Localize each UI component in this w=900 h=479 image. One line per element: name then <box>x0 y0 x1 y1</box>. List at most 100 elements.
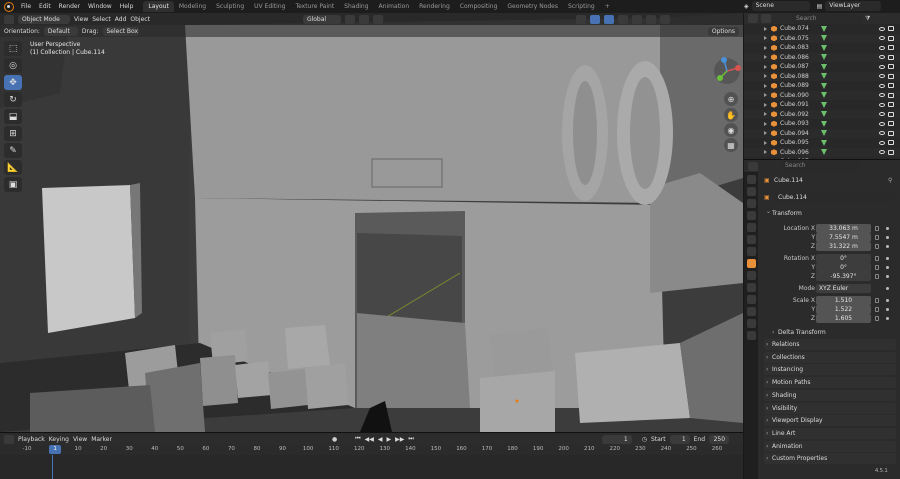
play-icon[interactable]: ▶ <box>386 436 391 443</box>
constraints-tab-icon[interactable] <box>746 307 756 316</box>
editor-type-icon[interactable] <box>4 14 14 24</box>
particles-tab-icon[interactable] <box>746 283 756 292</box>
gizmo-toggle-icon[interactable] <box>589 14 600 24</box>
scene-tab-icon[interactable] <box>746 223 756 232</box>
scene-field[interactable]: Scene <box>751 1 810 11</box>
outliner-item[interactable]: Cube.091 <box>744 100 900 110</box>
animate-scale-z-icon[interactable] <box>886 316 889 320</box>
outliner-item[interactable]: Cube.095 <box>744 138 900 148</box>
render-camera-icon[interactable] <box>888 111 894 117</box>
menu-render[interactable]: Render <box>55 0 84 13</box>
lock-location-y-icon[interactable] <box>875 234 879 240</box>
render-camera-icon[interactable] <box>888 35 894 41</box>
xray-icon[interactable] <box>617 14 628 24</box>
tab-uv-editing[interactable]: UV Editing <box>249 1 290 12</box>
jump-end-icon[interactable]: ⏭ <box>408 435 413 443</box>
render-camera-icon[interactable] <box>888 26 894 32</box>
lock-location-z-icon[interactable] <box>875 243 879 249</box>
menu-add[interactable]: Add <box>115 16 127 23</box>
material-tab-icon[interactable] <box>746 331 756 340</box>
properties-editor-type-icon[interactable] <box>748 161 758 171</box>
orientation-dropdown[interactable]: Default <box>43 26 78 36</box>
lock-rotation-y-icon[interactable] <box>875 264 879 270</box>
viewlayer-field[interactable]: ViewLayer <box>825 1 882 11</box>
menu-view[interactable]: View <box>74 16 88 23</box>
expand-arrow-icon[interactable] <box>764 55 767 60</box>
visibility-icon[interactable] <box>575 14 586 24</box>
tab-geometry-nodes[interactable]: Geometry Nodes <box>502 1 563 12</box>
panel-relations[interactable]: Relations <box>764 339 896 350</box>
outliner-item[interactable]: Cube.088 <box>744 71 900 81</box>
shading-rendered-icon[interactable] <box>659 14 670 24</box>
lock-rotation-z-icon[interactable] <box>875 273 879 279</box>
navigation-gizmo[interactable] <box>712 56 742 86</box>
proportional-edit-icon[interactable] <box>372 14 383 24</box>
outliner-item[interactable]: Cube.093 <box>744 119 900 129</box>
delta-transform-subpanel[interactable]: Delta Transform <box>770 327 896 338</box>
timeline-editor-type-icon[interactable] <box>4 434 14 444</box>
lock-location-x-icon[interactable] <box>875 225 879 231</box>
tab-rendering[interactable]: Rendering <box>414 1 455 12</box>
panel-custom-properties[interactable]: Custom Properties <box>764 453 896 465</box>
render-camera-icon[interactable] <box>888 45 894 51</box>
timeline-menu-marker[interactable]: Marker <box>91 436 112 443</box>
animate-rotation-z-icon[interactable] <box>886 274 889 278</box>
menu-window[interactable]: Window <box>84 0 116 13</box>
rotate-icon[interactable]: ↻ <box>4 92 22 107</box>
timeline-menu-keying[interactable]: Keying <box>49 436 69 443</box>
expand-arrow-icon[interactable] <box>764 83 767 88</box>
expand-arrow-icon[interactable] <box>764 64 767 69</box>
animate-rotation-x-icon[interactable] <box>886 256 889 260</box>
shading-material-icon[interactable] <box>645 14 656 24</box>
panel-viewport-display[interactable]: Viewport Display <box>764 415 896 427</box>
pin-icon[interactable]: ⚲ <box>888 177 892 184</box>
outliner-item[interactable]: Cube.083 <box>744 43 900 53</box>
timeline-menu-playback[interactable]: Playback <box>18 436 45 443</box>
options-dropdown[interactable]: Options <box>707 26 739 36</box>
rotation-z-field[interactable]: -95.397° <box>816 271 871 281</box>
outliner-item[interactable]: Cube.089 <box>744 81 900 91</box>
render-camera-icon[interactable] <box>888 54 894 60</box>
object-tab-icon[interactable] <box>746 259 756 268</box>
eye-icon[interactable] <box>879 45 885 50</box>
expand-arrow-icon[interactable] <box>764 112 767 117</box>
prev-keyframe-icon[interactable]: ◀◀ <box>365 436 374 443</box>
scale-z-field[interactable]: 1.605 <box>816 313 871 323</box>
panel-collections[interactable]: Collections <box>764 351 896 363</box>
panel-visibility[interactable]: Visibility <box>764 402 896 414</box>
eye-icon[interactable] <box>879 64 885 69</box>
render-camera-icon[interactable] <box>888 73 894 79</box>
current-frame-marker[interactable]: 1 <box>49 445 62 454</box>
transform-panel-header[interactable]: Transform <box>764 206 896 219</box>
expand-arrow-icon[interactable] <box>764 140 767 145</box>
eye-icon[interactable] <box>879 74 885 79</box>
pivot-icon[interactable] <box>344 14 355 24</box>
outliner-item[interactable]: Cube.096 <box>744 147 900 157</box>
camera-view-icon[interactable]: ◉ <box>724 123 738 137</box>
transform-orientation-dropdown[interactable]: Global <box>302 14 341 24</box>
render-camera-icon[interactable] <box>888 149 894 155</box>
playhead-line[interactable] <box>52 455 53 479</box>
animate-rotation-y-icon[interactable] <box>886 265 889 269</box>
eye-icon[interactable] <box>879 131 885 136</box>
outliner-item[interactable]: Cube.086 <box>744 52 900 62</box>
jump-start-icon[interactable]: ⏮ <box>355 435 360 443</box>
animate-rotation-mode-icon[interactable] <box>886 286 889 290</box>
expand-arrow-icon[interactable] <box>764 150 767 155</box>
panel-line-art[interactable]: Line Art <box>764 427 896 439</box>
render-tab-icon[interactable] <box>746 187 756 196</box>
move-icon[interactable]: ✥ <box>4 75 22 90</box>
render-camera-icon[interactable] <box>888 140 894 146</box>
animate-scale-y-icon[interactable] <box>886 307 889 311</box>
modifier-tab-icon[interactable] <box>746 271 756 280</box>
animate-location-z-icon[interactable] <box>886 244 889 248</box>
eye-icon[interactable] <box>879 150 885 155</box>
panel-motion-paths[interactable]: Motion Paths <box>764 377 896 389</box>
object-name-field[interactable]: Cube.114 <box>774 192 896 202</box>
location-z-field[interactable]: 31.322 m <box>816 241 871 251</box>
menu-edit[interactable]: Edit <box>35 0 55 13</box>
drag-dropdown[interactable]: Select Box <box>102 26 139 36</box>
expand-arrow-icon[interactable] <box>764 121 767 126</box>
panel-animation[interactable]: Animation <box>764 440 896 452</box>
eye-icon[interactable] <box>879 102 885 107</box>
